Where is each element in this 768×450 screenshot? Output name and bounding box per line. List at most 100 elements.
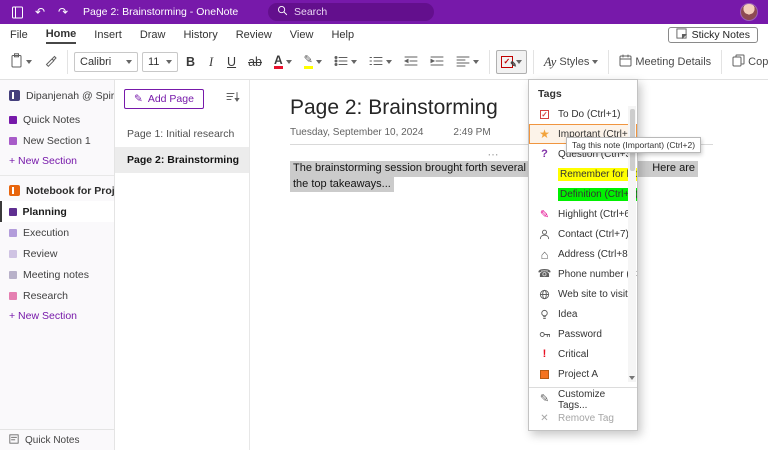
menu-help[interactable]: Help [331, 27, 354, 43]
highlight-button[interactable]: ✎ [299, 50, 326, 74]
font-size-select[interactable]: 11 [142, 52, 178, 72]
pen-icon: ✎ [539, 208, 550, 221]
note-canvas[interactable]: Page 2: Brainstorming Tuesday, September… [250, 80, 768, 450]
sticky-notes-button[interactable]: Sticky Notes [667, 26, 758, 43]
strikethrough-button[interactable]: ab [244, 50, 266, 74]
indent-icon [430, 55, 444, 70]
copilot-label: Copi [748, 56, 768, 68]
add-page-button[interactable]: ✎ Add Page [124, 89, 204, 109]
menu-home[interactable]: Home [45, 26, 77, 44]
tag-label: Idea [558, 308, 578, 320]
search-box[interactable] [268, 3, 434, 21]
tags-menu-header: Tags [538, 88, 562, 100]
sidebar-item-execution[interactable]: Execution [0, 222, 114, 243]
sticky-notes-label: Sticky Notes [691, 28, 750, 41]
menu-bar: File Home Insert Draw History Review Vie… [0, 24, 768, 45]
chevron-down-icon [472, 60, 479, 64]
section-label: Review [23, 247, 58, 260]
page-item-1[interactable]: Page 1: Initial research [115, 121, 249, 147]
sidebar-item-research[interactable]: Research [0, 285, 114, 306]
sidebar-item-new-section-1[interactable]: New Section 1 [0, 130, 114, 151]
section-label: Execution [23, 226, 70, 239]
styles-button[interactable]: Ay Styles [539, 50, 603, 74]
chevron-down-icon [592, 60, 599, 64]
copilot-button[interactable]: Copi [728, 50, 768, 74]
tag-label: Project A [558, 368, 599, 380]
tag-item-password[interactable]: Password [529, 324, 637, 344]
sidebar-item-quick-notes[interactable]: Quick Notes [0, 109, 114, 130]
tag-item-project-a[interactable]: Project A [529, 364, 637, 384]
tag-label: Critical [558, 348, 589, 360]
menu-file[interactable]: File [10, 27, 28, 43]
quick-notes-bottom-label: Quick Notes [25, 434, 80, 446]
sidebar-item-meeting-notes[interactable]: Meeting notes [0, 264, 114, 285]
tag-item-to-do[interactable]: ✓ To Do (Ctrl+1) [529, 104, 637, 124]
align-button[interactable] [451, 50, 483, 74]
scroll-down-arrow-icon[interactable] [629, 376, 635, 380]
person-icon [538, 229, 551, 240]
meeting-details-button[interactable]: Meeting Details [615, 50, 716, 74]
account-row[interactable]: Dipanjenah @ Spiral... [0, 82, 114, 109]
pencil-icon: ✎ [539, 393, 550, 405]
notebook-header[interactable]: Notebook for Project A [0, 180, 114, 201]
font-color-button[interactable]: A [269, 50, 296, 74]
globe-icon [538, 289, 551, 300]
meeting-details-label: Meeting Details [635, 56, 712, 68]
paste-button[interactable] [6, 50, 36, 74]
notebooks-sidebar: Dipanjenah @ Spiral... Quick Notes New S… [0, 80, 115, 450]
tag-item-address[interactable]: ⌂ Address (Ctrl+8) [529, 244, 637, 264]
sidebar-item-review[interactable]: Review [0, 243, 114, 264]
tag-item-idea[interactable]: Idea [529, 304, 637, 324]
menu-insert[interactable]: Insert [94, 27, 122, 43]
tag-label: Contact (Ctrl+7) [558, 228, 629, 240]
orange-square-icon [538, 369, 551, 379]
tag-item-phone-number[interactable]: ☎ Phone number (Ctrl+9) [529, 264, 637, 284]
tag-button[interactable]: ✓ ✎ [495, 50, 527, 74]
numbered-list-button[interactable] [364, 50, 396, 74]
chevron-down-icon [26, 60, 32, 64]
italic-button[interactable]: I [203, 50, 220, 74]
pages-toolbar: ✎ Add Page [115, 80, 249, 115]
sidebar-item-planning[interactable]: Planning [0, 201, 114, 222]
avatar[interactable] [740, 3, 758, 21]
tag-item-definition[interactable]: Definition (Ctrl+5) [529, 184, 637, 204]
chevron-down-icon [285, 60, 292, 64]
customize-tags-item[interactable]: ✎ Customize Tags... [529, 389, 637, 411]
account-label: Dipanjenah @ Spiral... [26, 89, 114, 102]
paragraph-text-end: Here are [652, 162, 695, 174]
menu-draw[interactable]: Draw [140, 27, 166, 43]
underline-button[interactable]: U [223, 50, 241, 74]
menu-review[interactable]: Review [236, 27, 272, 43]
add-section-link-bottom[interactable]: + New Section [0, 306, 114, 326]
menu-view[interactable]: View [290, 27, 314, 43]
tag-item-highlight[interactable]: ✎ Highlight (Ctrl+6) [529, 204, 637, 224]
house-icon: ⌂ [540, 246, 549, 262]
font-size-value: 11 [148, 56, 160, 68]
quick-notes-bottom-button[interactable]: Quick Notes [0, 429, 114, 450]
format-painter-button[interactable] [40, 50, 61, 74]
remove-tag-item: ✕ Remove Tag [529, 409, 637, 428]
key-icon [538, 329, 551, 340]
redo-icon[interactable]: ↷ [56, 5, 70, 19]
sort-pages-icon[interactable] [226, 90, 240, 108]
tag-item-remember-for-later[interactable]: Remember for later (Ctrl+4) [529, 164, 637, 184]
tag-label: Address (Ctrl+8) [558, 248, 632, 260]
undo-icon[interactable]: ↶ [33, 5, 47, 19]
page-time: 2:49 PM [453, 127, 491, 138]
bold-button[interactable]: B [182, 50, 200, 74]
add-section-link-top[interactable]: + New Section [0, 151, 114, 171]
indent-button[interactable] [425, 50, 448, 74]
remove-x-icon: ✕ [540, 413, 549, 424]
bullet-list-button[interactable] [329, 50, 361, 74]
page-item-2[interactable]: Page 2: Brainstorming [115, 147, 249, 173]
search-input[interactable] [294, 6, 425, 18]
tag-item-web-site[interactable]: Web site to visit [529, 284, 637, 304]
tag-item-critical[interactable]: ! Critical [529, 344, 637, 364]
tag-item-contact[interactable]: Contact (Ctrl+7) [529, 224, 637, 244]
outdent-button[interactable] [399, 50, 422, 74]
align-icon [456, 55, 470, 70]
menu-history[interactable]: History [183, 27, 217, 43]
font-name-select[interactable]: Calibri [74, 52, 138, 72]
lightbulb-icon [538, 309, 551, 320]
page-title[interactable]: Page 2: Brainstorming [290, 96, 713, 120]
